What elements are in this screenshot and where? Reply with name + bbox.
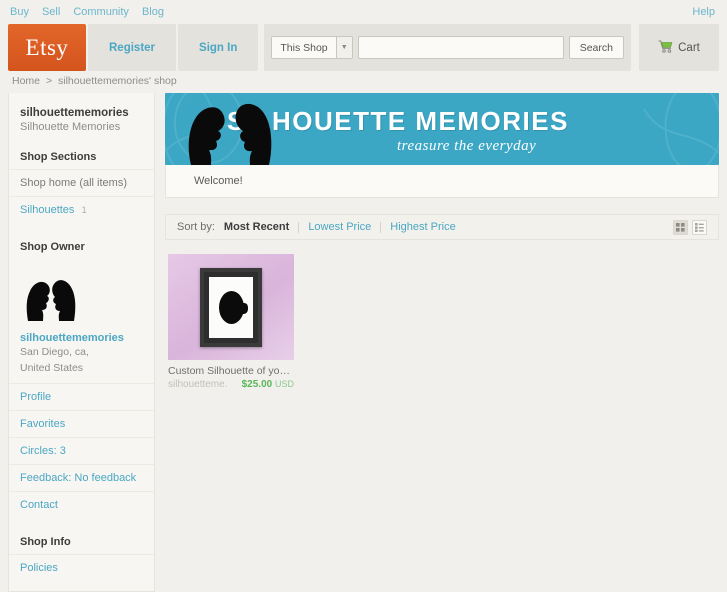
top-nav-sell[interactable]: Sell [42,6,60,18]
top-nav-blog[interactable]: Blog [142,6,164,18]
framed-silhouette-portrait [168,254,294,360]
shop-owner-heading: Shop Owner [20,241,85,253]
etsy-logo[interactable]: Etsy [8,24,86,71]
double-silhouette-avatar [26,280,76,321]
listing-grid: Custom Silhouette of your ... silhouette… [165,254,719,390]
help-link[interactable]: Help [692,6,715,18]
sidebar-item-feedback[interactable]: Feedback: No feedback [9,464,154,491]
listing-price: $25.00 USD [242,379,294,390]
top-nav: Buy Sell Community Blog [10,6,164,18]
breadcrumb-separator: > [45,75,53,87]
view-toggle-group [673,219,707,235]
picture-frame-icon [200,267,262,347]
shopping-cart-icon [658,39,673,56]
sort-divider-1 [298,221,300,233]
sidebar-item-silhouettes-count: 1 [81,205,87,216]
shop-announcement: Welcome! [165,165,719,198]
sidebar-item-silhouettes[interactable]: Silhouettes 1 [9,196,154,223]
breadcrumb-current: silhouettememories' shop [58,75,177,87]
sidebar-item-profile[interactable]: Profile [9,383,154,410]
chevron-down-icon: ▼ [335,37,352,58]
sidebar-item-policies[interactable]: Policies [9,554,154,581]
listing-shop-name: silhouetteme... [168,379,228,390]
shop-banner: SILHOUETTE MEMORIES treasure the everyda… [165,93,719,165]
main-content: SILHOUETTE MEMORIES treasure the everyda… [165,93,719,390]
sidebar-item-shop-home[interactable]: Shop home (all items) [9,169,154,196]
register-button[interactable]: Register [88,24,177,71]
sidebar-shop-name: silhouettememories [20,107,129,119]
top-nav-community[interactable]: Community [73,6,129,18]
sort-option-highest-price[interactable]: Highest Price [390,221,455,233]
sidebar-item-circles[interactable]: Circles: 3 [9,437,154,464]
listing-meta: silhouetteme... $25.00 USD [168,379,294,390]
sidebar-item-contact[interactable]: Contact [9,491,154,518]
page-body: silhouettememories Silhouette Memories S… [0,93,727,592]
sidebar: silhouettememories Silhouette Memories S… [8,93,155,592]
listing-card[interactable]: Custom Silhouette of your ... silhouette… [168,254,294,390]
sort-option-lowest-price[interactable]: Lowest Price [308,221,371,233]
shop-sections-heading: Shop Sections [20,151,97,163]
sort-bar: Sort by: Most Recent Lowest Price Highes… [165,214,719,240]
sidebar-owner-location-line2: United States [20,362,84,375]
sort-divider-2 [380,221,382,233]
frame-mat [209,276,253,338]
top-nav-buy[interactable]: Buy [10,6,29,18]
listing-price-amount: $25.00 [241,379,273,390]
grid-view-icon[interactable] [673,219,688,235]
search-scope-select[interactable]: This Shop ▼ [271,36,353,59]
search-scope-label: This Shop [280,41,328,54]
site-header: Etsy Register Sign In This Shop ▼ Search… [0,24,727,71]
sidebar-owner-location-line1: San Diego, ca, [20,346,89,358]
avatar [9,259,154,330]
cart-button[interactable]: Cart [639,24,719,71]
couple-silhouette-icon [188,103,272,165]
top-utility-bar: Buy Sell Community Blog Help [0,0,727,24]
breadcrumb-home[interactable]: Home [12,75,40,87]
breadcrumb: Home > silhouettememories' shop [0,71,727,93]
silhouette-oval-icon [218,290,248,324]
search-button[interactable]: Search [568,36,624,59]
sidebar-item-favorites[interactable]: Favorites [9,410,154,437]
shop-info-heading: Shop Info [20,536,71,549]
sidebar-item-silhouettes-label: Silhouettes [20,204,75,216]
sidebar-owner-name[interactable]: silhouettememories [9,330,154,344]
list-view-icon[interactable] [692,219,707,235]
listing-title: Custom Silhouette of your ... [168,365,294,377]
signin-button[interactable]: Sign In [178,24,259,71]
cart-label: Cart [678,41,700,54]
banner-tagline: treasure the everyday [397,138,537,154]
sort-option-most-recent[interactable]: Most Recent [224,221,289,233]
sort-by-label: Sort by: [177,221,215,233]
sidebar-owner-links: Profile Favorites Circles: 3 Feedback: N… [9,383,154,518]
listing-price-currency: USD [274,379,294,389]
search-input[interactable] [357,36,564,59]
sidebar-shop-subtitle: Silhouette Memories [20,121,121,133]
search-bar: This Shop ▼ Search [264,24,631,71]
